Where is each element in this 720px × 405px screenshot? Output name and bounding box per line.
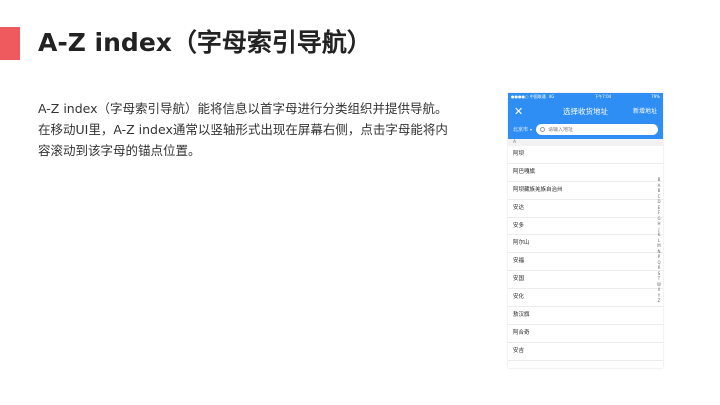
city-list: 阿坝 阿巴嘎旗 阿坝藏族羌族自治州 安达 安多 阿尔山 安福 安国 安化 敖汉旗… (508, 146, 663, 361)
address-list-area: A 阿坝 阿巴嘎旗 阿坝藏族羌族自治州 安达 安多 阿尔山 安福 安国 安化 敖… (508, 139, 663, 368)
city-selector[interactable]: 北京市 ▾ (513, 126, 532, 133)
add-address-button[interactable]: 新增地址 (633, 107, 657, 117)
list-item[interactable]: 安化 (508, 289, 663, 308)
index-letter-z[interactable]: Z (658, 298, 661, 304)
status-time: 下午7:04 (594, 94, 612, 99)
list-item[interactable]: 安达 (508, 200, 663, 218)
search-row: 北京市 ▾ (508, 123, 663, 139)
list-item[interactable]: 安多 (508, 218, 663, 236)
chevron-down-icon: ▾ (530, 127, 533, 132)
list-item[interactable]: 阿尔山 (508, 235, 663, 254)
list-item[interactable]: 安国 (508, 271, 663, 290)
az-index-bar[interactable]: BABCDEFGHJKLMNPQRSTWXYZ (657, 177, 661, 304)
list-item[interactable]: 敖汉旗 (508, 307, 663, 325)
network-label: 4G (548, 94, 555, 99)
address-search-input[interactable] (548, 126, 658, 133)
description-text: A-Z index（字母索引导航）能将信息以首字母进行分类组织并提供导航。在移动… (38, 101, 448, 158)
search-icon (540, 127, 546, 132)
search-box[interactable] (536, 124, 658, 135)
list-item[interactable]: 阿巴嘎旗 (508, 164, 663, 182)
list-item[interactable]: 阿坝藏族羌族自治州 (508, 182, 663, 200)
carrier-label: ●●●●○ 中国联通 (511, 94, 546, 99)
title-accent-bar (0, 27, 20, 60)
list-item[interactable]: 阿坝 (508, 146, 663, 164)
slide-title: A-Z index（字母索引导航） (38, 28, 372, 57)
status-bar: ●●●●○ 中国联通 4G 下午7:04 79% (508, 93, 663, 101)
nav-bar: ✕ 选择收货地址 新增地址 (508, 101, 663, 123)
section-header-a: A (508, 139, 663, 146)
battery-label: 79% (651, 94, 660, 99)
city-label: 北京市 (513, 127, 529, 133)
phone-screenshot: ●●●●○ 中国联通 4G 下午7:04 79% ✕ 选择收货地址 新增地址 北… (508, 93, 663, 368)
list-item[interactable]: 安福 (508, 253, 663, 272)
list-item[interactable]: 阿合奇 (508, 325, 663, 343)
list-item[interactable]: 安吉 (508, 343, 663, 361)
